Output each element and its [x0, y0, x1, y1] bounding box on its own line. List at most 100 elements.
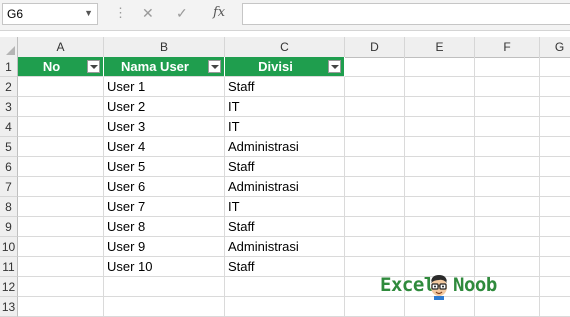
- empty-cell[interactable]: [345, 97, 405, 117]
- empty-cell[interactable]: [540, 77, 570, 97]
- empty-cell[interactable]: [18, 277, 104, 297]
- more-options-icon[interactable]: ⋮: [114, 6, 127, 20]
- empty-cell[interactable]: [475, 177, 540, 197]
- filter-dropdown-icon[interactable]: [208, 60, 221, 73]
- table-cell-divisi[interactable]: IT: [225, 197, 345, 217]
- table-cell-user[interactable]: User 4: [104, 137, 225, 157]
- empty-cell[interactable]: [104, 297, 225, 317]
- empty-cell[interactable]: [345, 117, 405, 137]
- table-cell-no[interactable]: [18, 117, 104, 137]
- empty-cell[interactable]: [475, 137, 540, 157]
- table-cell-divisi[interactable]: Staff: [225, 217, 345, 237]
- row-header-5[interactable]: 5: [0, 137, 18, 157]
- table-cell-user[interactable]: User 10: [104, 257, 225, 277]
- table-cell-divisi[interactable]: Staff: [225, 77, 345, 97]
- row-header-12[interactable]: 12: [0, 277, 18, 297]
- enter-icon[interactable]: ✓: [176, 5, 188, 22]
- column-header-g[interactable]: G: [540, 37, 570, 57]
- empty-cell[interactable]: [405, 57, 475, 77]
- empty-cell[interactable]: [104, 277, 225, 297]
- empty-cell[interactable]: [540, 117, 570, 137]
- table-cell-no[interactable]: [18, 257, 104, 277]
- table-header-cell[interactable]: Divisi: [225, 57, 345, 77]
- empty-cell[interactable]: [225, 277, 345, 297]
- empty-cell[interactable]: [405, 97, 475, 117]
- row-header-11[interactable]: 11: [0, 257, 18, 277]
- table-cell-no[interactable]: [18, 157, 104, 177]
- empty-cell[interactable]: [540, 57, 570, 77]
- column-header-c[interactable]: C: [225, 37, 345, 57]
- empty-cell[interactable]: [540, 297, 570, 317]
- table-cell-no[interactable]: [18, 217, 104, 237]
- empty-cell[interactable]: [345, 217, 405, 237]
- row-header-13[interactable]: 13: [0, 297, 18, 317]
- empty-cell[interactable]: [540, 277, 570, 297]
- formula-input[interactable]: [242, 3, 570, 25]
- table-cell-no[interactable]: [18, 97, 104, 117]
- empty-cell[interactable]: [405, 137, 475, 157]
- empty-cell[interactable]: [345, 237, 405, 257]
- empty-cell[interactable]: [475, 77, 540, 97]
- chevron-down-icon[interactable]: ▼: [84, 8, 93, 18]
- empty-cell[interactable]: [475, 217, 540, 237]
- table-cell-no[interactable]: [18, 137, 104, 157]
- empty-cell[interactable]: [475, 197, 540, 217]
- empty-cell[interactable]: [540, 197, 570, 217]
- table-cell-divisi[interactable]: Administrasi: [225, 137, 345, 157]
- empty-cell[interactable]: [405, 117, 475, 137]
- empty-cell[interactable]: [475, 97, 540, 117]
- column-header-e[interactable]: E: [405, 37, 475, 57]
- row-header-4[interactable]: 4: [0, 117, 18, 137]
- table-cell-divisi[interactable]: Administrasi: [225, 177, 345, 197]
- table-cell-user[interactable]: User 1: [104, 77, 225, 97]
- column-header-a[interactable]: A: [18, 37, 104, 57]
- table-cell-user[interactable]: User 9: [104, 237, 225, 257]
- insert-function-icon[interactable]: fx: [213, 5, 225, 20]
- empty-cell[interactable]: [345, 177, 405, 197]
- empty-cell[interactable]: [345, 77, 405, 97]
- column-header-d[interactable]: D: [345, 37, 405, 57]
- empty-cell[interactable]: [540, 97, 570, 117]
- row-header-6[interactable]: 6: [0, 157, 18, 177]
- table-cell-user[interactable]: User 5: [104, 157, 225, 177]
- row-header-9[interactable]: 9: [0, 217, 18, 237]
- empty-cell[interactable]: [475, 297, 540, 317]
- row-header-2[interactable]: 2: [0, 77, 18, 97]
- empty-cell[interactable]: [475, 237, 540, 257]
- empty-cell[interactable]: [345, 157, 405, 177]
- table-cell-divisi[interactable]: Staff: [225, 257, 345, 277]
- row-header-1[interactable]: 1: [0, 57, 18, 77]
- empty-cell[interactable]: [345, 57, 405, 77]
- row-header-8[interactable]: 8: [0, 197, 18, 217]
- table-cell-user[interactable]: User 6: [104, 177, 225, 197]
- empty-cell[interactable]: [540, 177, 570, 197]
- table-header-cell[interactable]: Nama User: [104, 57, 225, 77]
- name-box[interactable]: G6 ▼: [2, 3, 98, 25]
- empty-cell[interactable]: [540, 157, 570, 177]
- empty-cell[interactable]: [345, 137, 405, 157]
- empty-cell[interactable]: [540, 217, 570, 237]
- empty-cell[interactable]: [405, 217, 475, 237]
- table-cell-no[interactable]: [18, 237, 104, 257]
- empty-cell[interactable]: [475, 157, 540, 177]
- empty-cell[interactable]: [540, 257, 570, 277]
- empty-cell[interactable]: [345, 197, 405, 217]
- empty-cell[interactable]: [405, 297, 475, 317]
- cancel-icon[interactable]: ✕: [142, 5, 154, 22]
- table-cell-no[interactable]: [18, 77, 104, 97]
- filter-dropdown-icon[interactable]: [328, 60, 341, 73]
- empty-cell[interactable]: [405, 237, 475, 257]
- table-cell-user[interactable]: User 2: [104, 97, 225, 117]
- column-header-b[interactable]: B: [104, 37, 225, 57]
- table-cell-user[interactable]: User 8: [104, 217, 225, 237]
- row-header-7[interactable]: 7: [0, 177, 18, 197]
- table-cell-user[interactable]: User 7: [104, 197, 225, 217]
- empty-cell[interactable]: [345, 297, 405, 317]
- empty-cell[interactable]: [405, 197, 475, 217]
- column-header-f[interactable]: F: [475, 37, 540, 57]
- empty-cell[interactable]: [540, 237, 570, 257]
- table-cell-divisi[interactable]: Administrasi: [225, 237, 345, 257]
- table-cell-no[interactable]: [18, 197, 104, 217]
- table-cell-divisi[interactable]: Staff: [225, 157, 345, 177]
- empty-cell[interactable]: [405, 77, 475, 97]
